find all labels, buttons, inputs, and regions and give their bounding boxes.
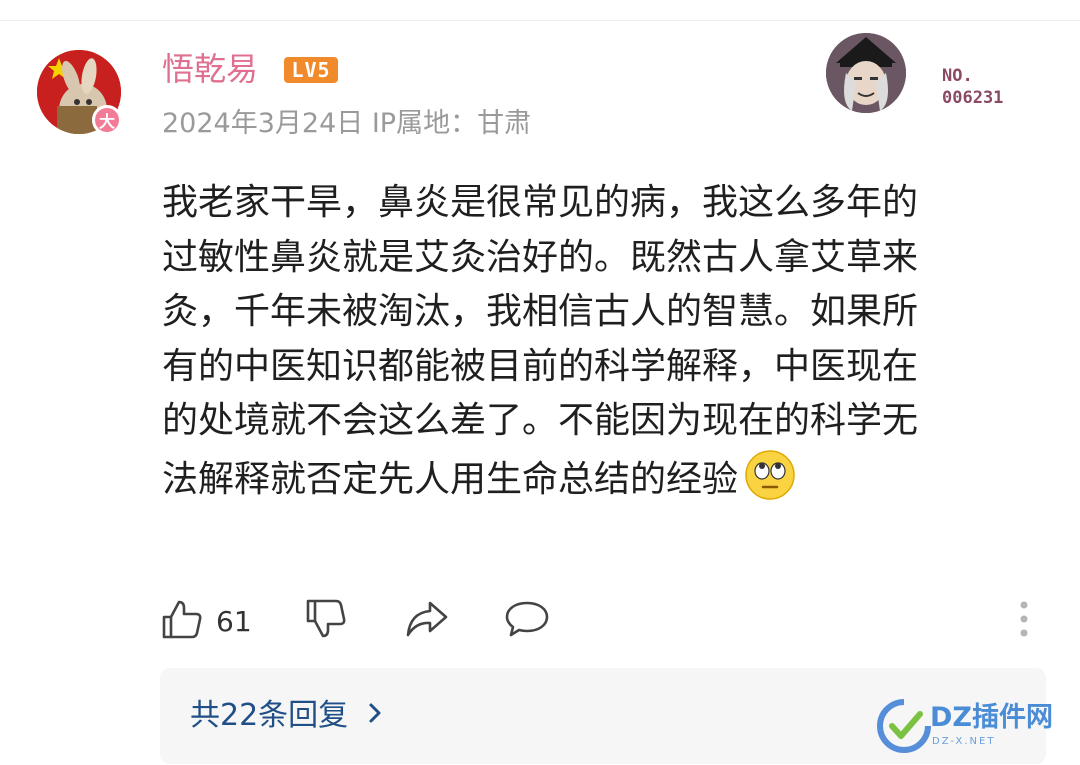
comment-action-bar: 61: [160, 596, 1040, 646]
watermark-subtext: DZ-X.NET: [932, 736, 996, 747]
share-arrow-icon: [404, 597, 450, 645]
dislike-button[interactable]: [304, 596, 348, 646]
comment-content: 我老家干旱，鼻炎是很常见的病，我这么多年的 过敏性鼻炎就是艾灸治好的。既然古人拿…: [162, 176, 1032, 508]
comment-line: 的处境就不会这么差了。不能因为现在的科学无: [162, 400, 919, 442]
like-button[interactable]: 61: [160, 596, 252, 646]
ip-label: IP属地：: [371, 108, 478, 139]
comment-line: 过敏性鼻炎就是艾灸治好的。既然古人拿艾草来: [162, 236, 919, 278]
share-button[interactable]: [404, 596, 450, 646]
chevron-right-icon: [366, 697, 384, 737]
comment-line: 法解释就否定先人用生命总结的经验: [162, 449, 1032, 508]
top-divider: [0, 20, 1080, 21]
avatar-level-badge: 大: [92, 105, 122, 135]
like-count: 61: [216, 604, 252, 638]
decoration-number: 006231: [942, 88, 1004, 108]
view-replies-link[interactable]: 共22条回复: [190, 696, 384, 737]
thumbs-down-icon: [304, 597, 348, 645]
comment-line: 有的中医知识都能被目前的科学解释，中医现在: [162, 345, 919, 387]
comment-line: 灸，千年未被淘汰，我相信古人的智慧。如果所: [162, 291, 919, 333]
ip-location: 甘肃: [477, 108, 532, 139]
more-options-icon[interactable]: [1014, 600, 1034, 640]
decoration-no-label: NO.: [942, 66, 973, 86]
level-badge: LV5: [284, 57, 338, 83]
thumbs-up-icon: [160, 597, 204, 645]
replies-count-label: 共22条回复: [190, 698, 349, 733]
username[interactable]: 悟乾易: [162, 47, 258, 91]
reply-button[interactable]: [504, 596, 550, 646]
eye-roll-emoji-icon: [744, 449, 796, 501]
comment-date: 2024年3月24日: [162, 108, 364, 139]
decoration-card-avatar[interactable]: [826, 33, 906, 113]
comment-meta: 2024年3月24日 IP属地：甘肃: [162, 104, 531, 144]
comment-line-text: 法解释就否定先人用生命总结的经验: [162, 458, 739, 500]
comment-line: 我老家干旱，鼻炎是很常见的病，我这么多年的: [162, 182, 919, 223]
watermark-text: DZ插件网: [930, 702, 1053, 733]
comment-bubble-icon: [504, 597, 550, 645]
